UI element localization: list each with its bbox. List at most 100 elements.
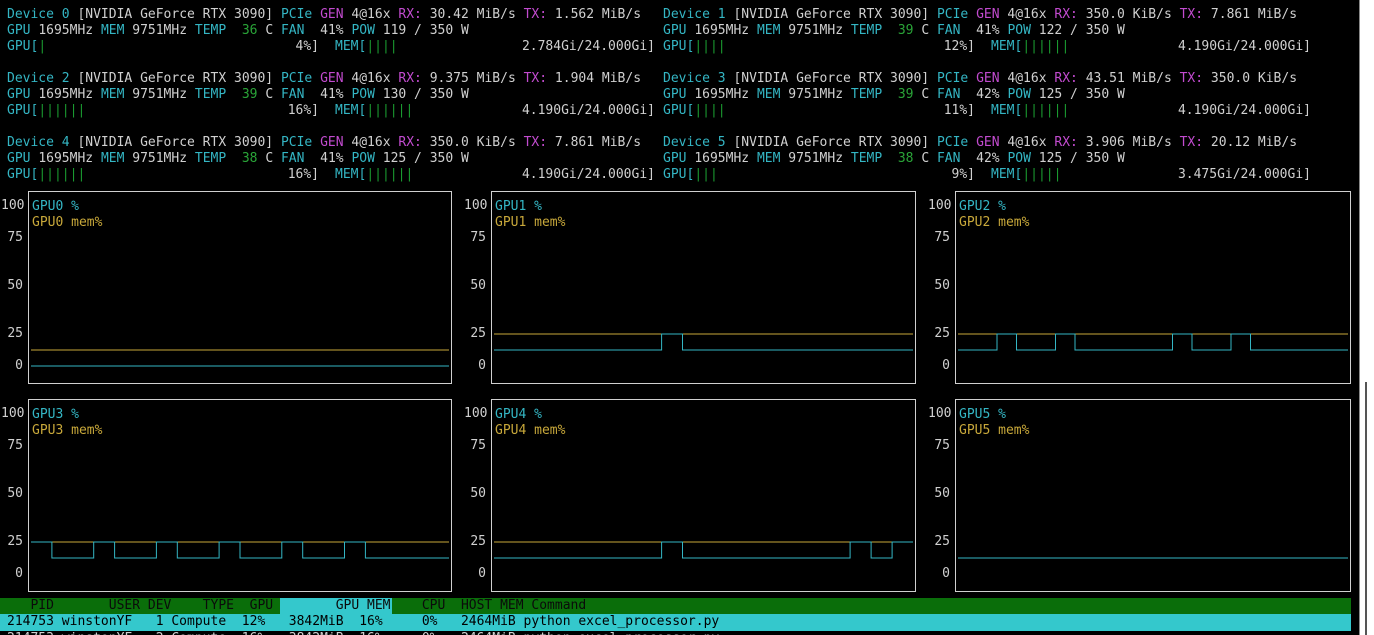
- y-tick-label: 100: [464, 406, 488, 421]
- device-model: [NVIDIA GeForce RTX 3090]: [733, 71, 930, 86]
- gen-label: GEN: [976, 7, 1000, 22]
- gpu-clock-value: 1695MHz: [38, 151, 94, 166]
- y-tick-label: 50: [934, 278, 950, 293]
- scrollbar[interactable]: [1360, 0, 1374, 635]
- legend-gpu-percent: GPU2 %: [959, 199, 1006, 214]
- pcie-link: 4@16x: [351, 71, 391, 86]
- device-model: [NVIDIA GeForce RTX 3090]: [733, 135, 930, 150]
- gpu-usage-percent: 16%]: [287, 167, 319, 182]
- y-tick-label: 75: [470, 230, 486, 245]
- power-label: POW: [1007, 23, 1031, 38]
- y-tick-label: 25: [470, 534, 486, 549]
- temp-value: 39: [241, 87, 258, 102]
- tx-value: 350.0 KiB/s: [1210, 71, 1298, 86]
- temp-label: TEMP: [194, 87, 227, 102]
- temp-label: TEMP: [850, 87, 883, 102]
- rx-label: RX:: [398, 7, 422, 22]
- legend-mem-percent: GPU2 mem%: [959, 215, 1030, 230]
- mem-clock-value: 9751MHz: [132, 23, 188, 38]
- device-stats-line: GPU 1695MHz MEM 9751MHz TEMP 38 C FAN 41…: [7, 151, 469, 167]
- power-value: 119 / 350 W: [382, 23, 469, 38]
- gpu-usage-percent: 12%]: [943, 39, 975, 54]
- rx-label: RX:: [1054, 71, 1078, 86]
- rx-value: 3.906 MiB/s: [1085, 135, 1172, 150]
- temp-value: 39: [897, 87, 914, 102]
- scrollbar-thumb[interactable]: [1365, 382, 1367, 635]
- device-usage-bars: GPU[||| 9%] MEM[||||| 3.475Gi/24.000Gi]: [663, 167, 1311, 183]
- y-tick-label: 75: [7, 438, 23, 453]
- temp-unit: C: [265, 23, 274, 38]
- fan-label: FAN: [280, 23, 305, 38]
- power-value: 125 / 350 W: [382, 151, 469, 166]
- y-tick-label: 25: [934, 326, 950, 341]
- tx-value: 1.904 MiB/s: [554, 71, 642, 86]
- tx-label: TX:: [1179, 71, 1204, 86]
- device-label: Device 3: [663, 71, 726, 86]
- device-stats-line: GPU 1695MHz MEM 9751MHz TEMP 38 C FAN 42…: [663, 151, 1125, 167]
- y-tick-label: 100: [1, 406, 25, 421]
- legend-gpu-percent: GPU0 %: [32, 199, 79, 214]
- fan-value: 42%: [976, 151, 1000, 166]
- process-row-text: 214753 winstonYF 2 Compute 16% 3842MiB 1…: [7, 631, 719, 635]
- rx-label: RX:: [398, 135, 422, 150]
- device-model: [NVIDIA GeForce RTX 3090]: [77, 7, 274, 22]
- gpu-util-series-line: [494, 541, 913, 559]
- gpu-clock-label: GPU: [663, 87, 687, 102]
- legend-gpu-percent: GPU4 %: [495, 407, 542, 422]
- nvtop-terminal[interactable]: Device 0 [NVIDIA GeForce RTX 3090] PCIe …: [0, 0, 1360, 635]
- power-label: POW: [351, 87, 375, 102]
- device-header-line: Device 2 [NVIDIA GeForce RTX 3090] PCIe …: [7, 71, 641, 87]
- tx-value: 7.861 MiB/s: [554, 135, 642, 150]
- y-tick-label: 100: [928, 198, 952, 213]
- gpu-chart-panel: GPU2 % GPU2 mem%: [955, 191, 1351, 384]
- y-tick-label: 50: [470, 486, 486, 501]
- y-tick-label: 0: [478, 566, 486, 581]
- gpu-clock-value: 1695MHz: [38, 87, 94, 102]
- gen-label: GEN: [320, 7, 344, 22]
- gpu-clock-value: 1695MHz: [38, 23, 94, 38]
- mem-usage-value: 4.190Gi/24.000Gi]: [1177, 39, 1311, 54]
- mem-usage-value: 4.190Gi/24.000Gi]: [521, 167, 655, 182]
- temp-label: TEMP: [194, 151, 227, 166]
- legend-gpu-percent: GPU5 %: [959, 407, 1006, 422]
- y-tick-label: 50: [7, 486, 23, 501]
- process-row[interactable]: 214753 winstonYF 2 Compute 16% 3842MiB 1…: [0, 631, 1351, 635]
- tx-value: 1.562 MiB/s: [554, 7, 642, 22]
- mem-usage-value: 2.784Gi/24.000Gi]: [521, 39, 655, 54]
- gpu-chart-panel: GPU1 % GPU1 mem%: [491, 191, 916, 384]
- temp-unit: C: [921, 87, 930, 102]
- fan-label: FAN: [280, 151, 305, 166]
- device-usage-bars: GPU[|||||| 16%] MEM[|||||| 4.190Gi/24.000Gi…: [7, 103, 655, 119]
- device-stats-line: GPU 1695MHz MEM 9751MHz TEMP 39 C FAN 41…: [7, 87, 469, 103]
- y-tick-label: 25: [7, 534, 23, 549]
- process-row-text: 214753 winstonYF 1 Compute 12% 3842MiB 1…: [7, 614, 720, 629]
- gpu-clock-label: GPU: [7, 87, 31, 102]
- pcie-link: 4@16x: [1007, 135, 1047, 150]
- fan-value: 42%: [976, 87, 1000, 102]
- process-table-header-text: PID USER DEV TYPE GPU GPU MEM CPU HOST M…: [7, 598, 587, 613]
- temp-value: 39: [897, 23, 914, 38]
